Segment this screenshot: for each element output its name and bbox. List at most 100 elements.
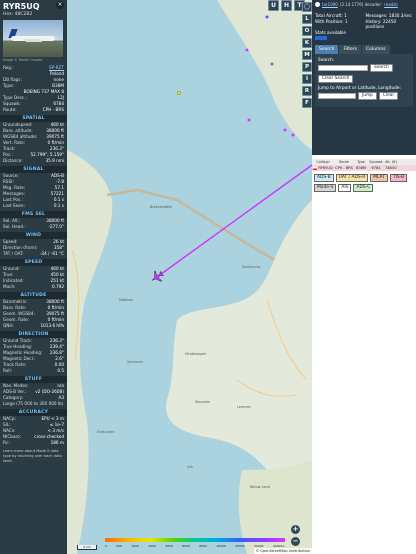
info-row-value: -34 / -61 °C <box>39 251 64 256</box>
table-cell-text: B38M <box>356 166 366 170</box>
legend-tick: 500 <box>116 544 122 548</box>
table-cell-text: 6784 <box>371 166 381 170</box>
section-rows: Speed: 26 kt Direction (from): 358° TAT / OA… <box>0 239 67 257</box>
close-icon[interactable]: × <box>56 1 64 9</box>
section-rows: Sel. Alt.: 38000 ft Sel. Head.: -277.0° <box>0 218 67 230</box>
jump-input[interactable] <box>318 93 356 99</box>
clear-search-button[interactable]: Clear Search <box>318 75 354 83</box>
info-row-label: Route: <box>3 107 17 112</box>
hex-code: Hex: 48C2B2 <box>3 12 33 17</box>
toggle-h-button[interactable]: H <box>281 0 292 11</box>
table-cell-text: RYR5UQ <box>318 166 333 170</box>
source-chip-ads-b[interactable]: ADS-B <box>314 174 334 182</box>
section-header-altitude[interactable]: ALTITUDE <box>0 292 67 299</box>
source-chip-uat-ads-r[interactable]: UAT / ADS-R <box>335 174 369 182</box>
aircraft-marker-icon[interactable] <box>149 269 166 286</box>
info-row-value: CPH - BRS <box>42 107 64 112</box>
toggle-u-button[interactable]: U <box>268 0 279 11</box>
tab-search[interactable]: Search <box>315 45 339 54</box>
table-cell: RYR5UQ <box>312 165 334 171</box>
source-chip-ais[interactable]: AIS <box>338 184 352 192</box>
map-label-enkhuizen: Enkhuizen <box>97 430 115 434</box>
source-legend: ADS-B UAT / ADS-R MLAT TIS-B Mode-S AIS ADS-C <box>312 171 416 192</box>
info-row-label: Last Seen: <box>3 203 25 208</box>
map-top-toolbar: U H T <box>268 0 305 11</box>
search-input[interactable] <box>318 65 368 71</box>
section-header-accuracy[interactable]: ACCURACY <box>0 409 67 416</box>
with-position: With Position: 1 <box>315 19 348 24</box>
section-rows: Nav. Modes: n/a ADS-B Ver.: v2 (DO-260B) Cat… <box>0 383 67 407</box>
map-watermark-ijsselmeer: IJsselmeer <box>127 360 144 364</box>
legend-tick: 6000 <box>182 544 190 548</box>
section-header-direction[interactable]: DIRECTION <box>0 331 67 338</box>
section-header-speed[interactable]: SPEED <box>0 259 67 266</box>
section-header-wind[interactable]: WIND <box>0 232 67 239</box>
map-label-urk: Urk <box>187 465 193 469</box>
toggle-i-button[interactable]: I <box>302 74 312 84</box>
legend-tick: 8000 <box>199 544 207 548</box>
jump-button[interactable]: Jump <box>358 92 377 100</box>
tab-columns[interactable]: Columns <box>361 45 390 54</box>
source-chip-ads-c[interactable]: ADS-C <box>353 184 374 192</box>
legend-tick: 0 <box>105 544 107 548</box>
info-row: QNH: 1013.6 hPa <box>3 323 64 329</box>
decoder-link[interactable]: readsb <box>384 2 398 7</box>
section-header-fms-sel[interactable]: FMS SEL <box>0 211 67 218</box>
info-row-label: Sel. Head.: <box>3 224 26 229</box>
footer-note: Learn more about Mode S data type by hov… <box>3 449 62 463</box>
table-cell-text: CPH - BRS <box>335 166 353 170</box>
section-header-signal[interactable]: SIGNAL <box>0 166 67 173</box>
legend-tick: 2000 <box>148 544 156 548</box>
section-rows: NACp: EPU < 3 m SIL: ≤ 1e-7 NACv: < 3 m/s NICb… <box>0 416 67 446</box>
source-chip-mlat[interactable]: MLAT <box>370 174 388 182</box>
zoom-in-button[interactable]: + <box>291 525 300 534</box>
stats-available-link[interactable]: Stats available <box>315 30 413 35</box>
toggle-l-button[interactable]: L <box>302 14 312 24</box>
tab-filters[interactable]: Filters <box>339 45 361 54</box>
section-header-stuff[interactable]: STUFF <box>0 376 67 383</box>
map-label-stavoren: Stavoren <box>195 400 211 404</box>
map-label-nieuw-land: Nieuw Land <box>250 485 270 489</box>
github-icon[interactable] <box>315 2 320 7</box>
map-attribution[interactable]: © OpenStreetMap contributors <box>253 548 312 554</box>
settings-icon[interactable]: ◯ <box>302 2 312 12</box>
legend-tick: 1000 <box>131 544 139 548</box>
info-row-label: Distance: <box>3 158 23 163</box>
info-row-value: 0.5 <box>57 368 64 373</box>
map-side-toolbar: ◯ L O K M P I R F <box>302 2 312 108</box>
section-rows: Barometric: 38000 ft Baro. Rate: 0 ft/min Ge… <box>0 299 67 329</box>
flag-icon <box>313 166 318 170</box>
info-sections: SPATIAL Groundspeed: 460 kt Baro. altitude:… <box>0 115 67 446</box>
version-link[interactable]: tar1090 <box>322 2 338 7</box>
search-label: Search: <box>318 58 335 63</box>
aircraft-photo[interactable] <box>3 20 63 57</box>
map-label-makkum: Makkum <box>119 298 134 302</box>
map-label-breezanddijk: Breezanddijk <box>150 205 172 209</box>
search-button[interactable]: Search <box>370 64 393 72</box>
panel-tabs: Search Filters Columns <box>315 45 413 54</box>
info-row-label: Mach: <box>3 284 16 289</box>
info-row: TAT / OAT: -34 / -61 °C <box>3 251 64 257</box>
toggle-f-button[interactable]: F <box>302 98 312 108</box>
search-panel: Search: Search Clear Search Jump to Airp… <box>315 54 413 107</box>
toggle-r-button[interactable]: R <box>302 86 312 96</box>
version-text: (3.14.1776) decoder: <box>339 2 383 7</box>
section-header-spatial[interactable]: SPATIAL <box>0 115 67 122</box>
zoom-out-button[interactable]: − <box>291 537 300 546</box>
toggle-p-button[interactable]: P <box>302 62 312 72</box>
info-row-label: Type: <box>3 83 15 88</box>
toggle-o-button[interactable]: O <box>302 26 312 36</box>
toggle-m-button[interactable]: M <box>302 50 312 60</box>
info-row: Roll: 0.5 <box>3 368 64 374</box>
toggle-k-button[interactable]: K <box>302 38 312 48</box>
map-view[interactable]: Breezanddijk Makkum Hindeloopen Lemmer S… <box>67 0 312 554</box>
source-chip-tis-b[interactable]: TIS-B <box>389 174 408 182</box>
clear-jump-button[interactable]: Clear <box>378 92 399 100</box>
aircraft-list-panel: tar1090 (3.14.1776) decoder: readsb Tota… <box>312 0 416 554</box>
aircraft-info-panel: RYR5UQ Hex: 48C2B2 × Image © Martin Oswa… <box>0 0 67 554</box>
source-chip-mode-s[interactable]: Mode-S <box>314 184 337 192</box>
table-row[interactable]: RYR5UQ CPH - BRS B38M 6784 38000 <box>312 165 416 171</box>
info-row-value: 0.792 <box>52 284 64 289</box>
info-row-label: Large (75 000 to 300 000 lb) <box>3 401 64 406</box>
info-row: Sel. Head.: -277.0° <box>3 224 64 230</box>
